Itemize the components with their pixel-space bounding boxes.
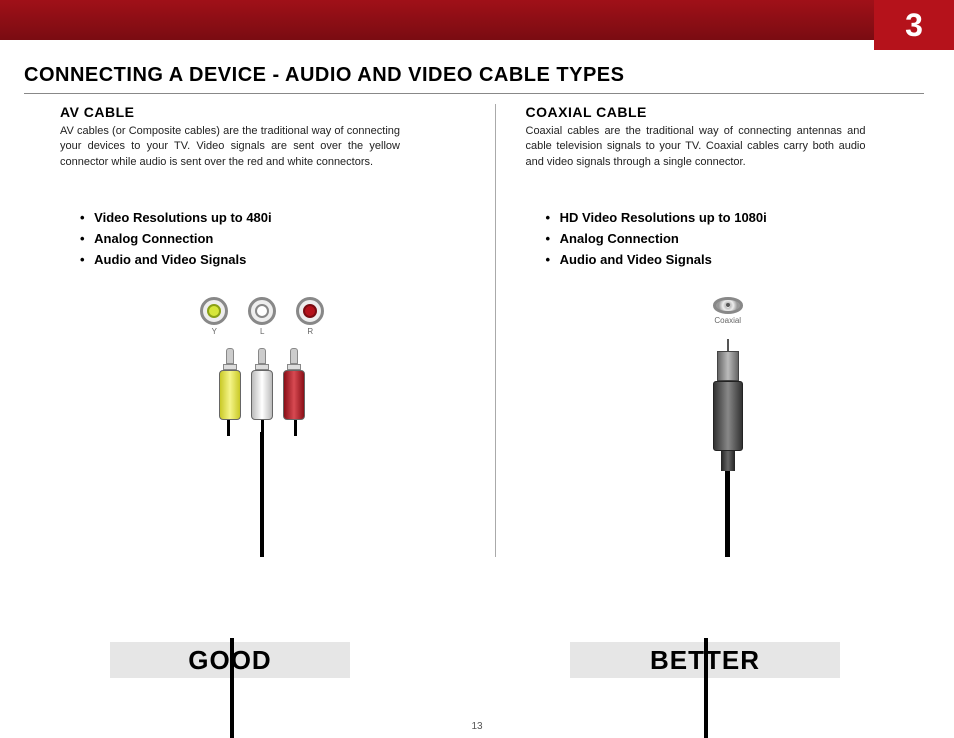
- coax-bullet-item: HD Video Resolutions up to 1080i: [546, 210, 931, 225]
- jack-label-coaxial: Coaxial: [714, 316, 741, 325]
- av-cable-illustration: Y L R: [60, 297, 465, 557]
- rca-jack-icon: [200, 297, 228, 325]
- coax-bullet-list: HD Video Resolutions up to 1080i Analog …: [546, 210, 931, 267]
- content-columns: AV CABLE AV cables (or Composite cables)…: [60, 104, 930, 557]
- av-heading: AV CABLE: [60, 104, 465, 120]
- av-jack-white: L: [248, 297, 276, 336]
- av-plugs-row: [218, 348, 306, 420]
- column-coaxial-cable: COAXIAL CABLE Coaxial cables are the tra…: [496, 104, 931, 557]
- coax-heading: COAXIAL CABLE: [526, 104, 931, 120]
- chapter-number-tab: 3: [874, 0, 954, 50]
- coax-bullet-item: Audio and Video Signals: [546, 252, 931, 267]
- av-bullet-item: Audio and Video Signals: [80, 252, 465, 267]
- coax-cable-trunk-icon: [725, 471, 730, 558]
- coax-bullet-item: Analog Connection: [546, 231, 931, 246]
- coax-description: Coaxial cables are the traditional way o…: [526, 124, 866, 170]
- av-cable-join-icon: [227, 420, 297, 432]
- jack-label-y: Y: [212, 327, 217, 336]
- column-av-cable: AV CABLE AV cables (or Composite cables)…: [60, 104, 495, 557]
- coax-cable-continuation-icon: [704, 638, 708, 738]
- av-bullet-item: Analog Connection: [80, 231, 465, 246]
- rca-plug-yellow-icon: [218, 348, 242, 420]
- header-red-band: [0, 0, 954, 40]
- rca-plug-red-icon: [282, 348, 306, 420]
- jack-label-l: L: [260, 327, 264, 336]
- av-jack-yellow: Y: [200, 297, 228, 336]
- page-title: CONNECTING A DEVICE - AUDIO AND VIDEO CA…: [24, 64, 924, 94]
- av-jacks-row: Y L R: [200, 297, 324, 336]
- coaxial-plug-icon: [713, 339, 743, 471]
- av-bullet-item: Video Resolutions up to 480i: [80, 210, 465, 225]
- rca-jack-icon: [248, 297, 276, 325]
- page-number: 13: [471, 721, 482, 732]
- av-jack-red: R: [296, 297, 324, 336]
- coax-cable-illustration: Coaxial: [526, 297, 931, 557]
- coaxial-jack-icon: [713, 297, 743, 313]
- av-cable-trunk-icon: [260, 432, 264, 557]
- rca-jack-icon: [296, 297, 324, 325]
- av-bullet-list: Video Resolutions up to 480i Analog Conn…: [80, 210, 465, 267]
- rca-plug-white-icon: [250, 348, 274, 420]
- av-description: AV cables (or Composite cables) are the …: [60, 124, 400, 170]
- av-cable-continuation-icon: [230, 638, 234, 738]
- jack-label-r: R: [307, 327, 313, 336]
